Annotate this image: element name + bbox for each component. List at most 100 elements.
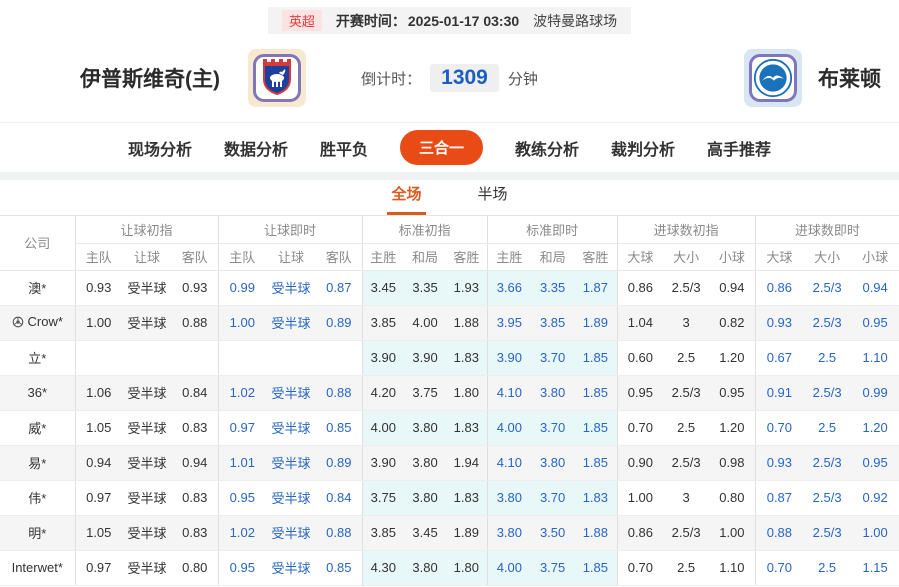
brighton-crest-icon <box>753 58 793 98</box>
odds-cell[interactable]: 3.85 <box>531 305 574 340</box>
odds-cell[interactable]: 2.5/3 <box>803 375 851 410</box>
tab-full-match[interactable]: 全场 <box>387 183 425 215</box>
odds-cell[interactable]: 受半球 <box>266 375 316 410</box>
odds-cell[interactable]: 1.88 <box>574 515 617 550</box>
odds-cell[interactable]: 3.75 <box>531 550 574 585</box>
odds-cell[interactable]: 1.01 <box>218 445 266 480</box>
odds-cell[interactable]: 1.85 <box>574 410 617 445</box>
odds-cell[interactable]: 3.80 <box>487 515 531 550</box>
odds-cell[interactable]: 3.80 <box>487 480 531 515</box>
odds-cell[interactable]: 0.70 <box>755 410 803 445</box>
odds-cell[interactable]: 2.5/3 <box>803 480 851 515</box>
odds-cell[interactable]: 1.89 <box>574 305 617 340</box>
odds-cell[interactable]: 0.85 <box>316 410 362 445</box>
odds-cell[interactable]: 0.97 <box>218 410 266 445</box>
tab-win-draw-lose[interactable]: 胜平负 <box>320 136 368 160</box>
tab-three-in-one[interactable]: 三合一 <box>400 130 483 165</box>
odds-cell: 受半球 <box>122 480 172 515</box>
odds-cell[interactable]: 3.90 <box>487 340 531 375</box>
odds-cell[interactable]: 3.80 <box>531 445 574 480</box>
odds-cell[interactable]: 0.99 <box>851 375 899 410</box>
section-divider <box>0 172 899 180</box>
odds-cell[interactable]: 0.67 <box>755 340 803 375</box>
odds-cell[interactable]: 3.95 <box>487 305 531 340</box>
odds-cell: 2.5 <box>663 550 709 585</box>
odds-cell: 2.5/3 <box>663 375 709 410</box>
odds-cell[interactable]: 0.85 <box>316 550 362 585</box>
odds-cell[interactable]: 0.70 <box>755 550 803 585</box>
odds-cell[interactable]: 0.95 <box>218 550 266 585</box>
odds-cell[interactable]: 0.88 <box>755 515 803 550</box>
tab-expert-picks[interactable]: 高手推荐 <box>707 136 771 160</box>
odds-cell[interactable]: 0.94 <box>851 270 899 305</box>
odds-cell[interactable]: 1.00 <box>218 305 266 340</box>
odds-cell: 4.30 <box>362 550 404 585</box>
odds-cell[interactable]: 1.02 <box>218 375 266 410</box>
odds-cell[interactable]: 0.95 <box>851 445 899 480</box>
odds-cell[interactable]: 0.89 <box>316 305 362 340</box>
odds-cell[interactable]: 4.10 <box>487 445 531 480</box>
odds-cell[interactable]: 3.70 <box>531 340 574 375</box>
odds-cell[interactable]: 4.00 <box>487 550 531 585</box>
odds-cell[interactable]: 3.66 <box>487 270 531 305</box>
odds-cell[interactable]: 0.91 <box>755 375 803 410</box>
odds-cell[interactable]: 1.85 <box>574 445 617 480</box>
odds-cell[interactable]: 0.99 <box>218 270 266 305</box>
odds-cell[interactable]: 0.95 <box>218 480 266 515</box>
odds-cell[interactable]: 4.10 <box>487 375 531 410</box>
odds-cell[interactable]: 受半球 <box>266 550 316 585</box>
odds-cell[interactable]: 4.00 <box>487 410 531 445</box>
odds-cell[interactable]: 3.50 <box>531 515 574 550</box>
odds-cell[interactable]: 2.5 <box>803 340 851 375</box>
tab-half-match[interactable]: 半场 <box>474 183 512 215</box>
odds-cell[interactable]: 1.85 <box>574 340 617 375</box>
odds-cell[interactable]: 2.5 <box>803 410 851 445</box>
odds-cell[interactable]: 1.83 <box>574 480 617 515</box>
odds-cell: 3.75 <box>362 480 404 515</box>
odds-cell[interactable]: 0.87 <box>755 480 803 515</box>
odds-cell[interactable]: 1.15 <box>851 550 899 585</box>
odds-cell[interactable]: 0.88 <box>316 375 362 410</box>
odds-cell <box>75 340 122 375</box>
odds-cell[interactable]: 1.85 <box>574 550 617 585</box>
odds-cell[interactable]: 3.35 <box>531 270 574 305</box>
odds-cell[interactable]: 受半球 <box>266 270 316 305</box>
odds-cell[interactable]: 3.70 <box>531 480 574 515</box>
odds-cell[interactable]: 受半球 <box>266 515 316 550</box>
odds-cell[interactable]: 2.5/3 <box>803 270 851 305</box>
tab-referee-analysis[interactable]: 裁判分析 <box>611 136 675 160</box>
odds-cell[interactable]: 2.5/3 <box>803 445 851 480</box>
odds-cell[interactable]: 0.89 <box>316 445 362 480</box>
odds-cell[interactable]: 0.92 <box>851 480 899 515</box>
odds-cell[interactable]: 0.87 <box>316 270 362 305</box>
odds-cell[interactable]: 0.84 <box>316 480 362 515</box>
tab-coach-analysis[interactable]: 教练分析 <box>515 136 579 160</box>
group-goals-live: 进球数即时 <box>755 216 899 243</box>
odds-cell[interactable]: 1.85 <box>574 375 617 410</box>
odds-cell: 3.80 <box>404 480 446 515</box>
odds-cell[interactable]: 1.20 <box>851 410 899 445</box>
odds-cell[interactable]: 受半球 <box>266 410 316 445</box>
odds-cell[interactable]: 受半球 <box>266 305 316 340</box>
odds-cell[interactable]: 1.02 <box>218 515 266 550</box>
odds-cell[interactable]: 2.5/3 <box>803 305 851 340</box>
odds-cell[interactable]: 受半球 <box>266 480 316 515</box>
odds-cell[interactable]: 3.70 <box>531 410 574 445</box>
col-header: 主队 <box>75 243 122 270</box>
odds-cell[interactable]: 0.88 <box>316 515 362 550</box>
tab-data-analysis[interactable]: 数据分析 <box>224 136 288 160</box>
odds-cell[interactable]: 0.93 <box>755 305 803 340</box>
odds-cell[interactable]: 2.5/3 <box>803 515 851 550</box>
odds-cell[interactable]: 1.00 <box>851 515 899 550</box>
odds-cell[interactable]: 0.95 <box>851 305 899 340</box>
odds-cell[interactable]: 1.87 <box>574 270 617 305</box>
odds-cell[interactable]: 0.86 <box>755 270 803 305</box>
odds-cell: 3.90 <box>362 445 404 480</box>
odds-cell[interactable]: 2.5 <box>803 550 851 585</box>
odds-cell[interactable]: 受半球 <box>266 445 316 480</box>
odds-cell[interactable]: 1.10 <box>851 340 899 375</box>
odds-cell: 1.94 <box>446 445 487 480</box>
odds-cell[interactable]: 0.93 <box>755 445 803 480</box>
tab-live-analysis[interactable]: 现场分析 <box>128 136 192 160</box>
odds-cell[interactable]: 3.80 <box>531 375 574 410</box>
